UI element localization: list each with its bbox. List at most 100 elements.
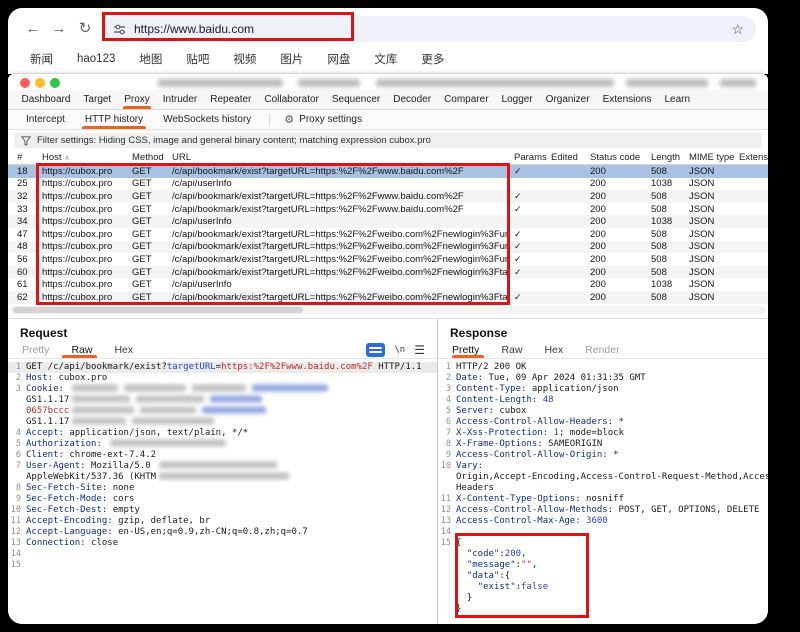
show-newlines-icon[interactable]: \n	[394, 345, 405, 355]
code-line: 4Content-Length: 48	[438, 395, 768, 406]
column-header-length[interactable]: Length	[647, 152, 685, 163]
bookmark-item[interactable]: 网盘	[327, 51, 350, 67]
cell-num: 61	[8, 279, 38, 290]
filter-settings-bar[interactable]: Filter settings: Hiding CSS, image and g…	[14, 133, 762, 148]
code-line: 9Access-Control-Allow-Origin: *	[438, 450, 768, 461]
bookmark-star-icon[interactable]: ☆	[731, 21, 744, 38]
close-window-button[interactable]	[20, 78, 30, 88]
menu-icon[interactable]: ☰	[414, 344, 425, 356]
bookmark-item[interactable]: 地图	[139, 51, 162, 67]
redacted-text	[210, 396, 262, 403]
column-header-method[interactable]: Method	[128, 152, 168, 163]
cell-length: 508	[647, 166, 685, 177]
cell-url: /c/api/bookmark/exist?targetURL=https:%2…	[168, 166, 510, 177]
cell-mime: JSON	[685, 254, 735, 265]
code-line: 15{	[438, 538, 768, 549]
editor-tab-raw[interactable]: Raw	[490, 341, 533, 358]
main-tab-proxy[interactable]: Proxy	[118, 90, 157, 109]
back-button[interactable]: ←	[20, 16, 46, 42]
code-line: 14	[438, 527, 768, 538]
table-row[interactable]: 32https://cubox.proGET/c/api/bookmark/ex…	[8, 190, 768, 203]
code-line: 10Sec-Fetch-Dest: empty	[8, 505, 437, 516]
table-header-row[interactable]: #Host∧MethodURLParamsEditedStatus codeLe…	[8, 151, 768, 165]
table-row[interactable]: 25https://cubox.proGET/c/api/userInfo200…	[8, 178, 768, 191]
editor-tab-hex[interactable]: Hex	[103, 341, 144, 358]
editor-tab-render[interactable]: Render	[574, 341, 630, 358]
cell-method: GET	[128, 178, 168, 189]
zoom-window-button[interactable]	[50, 78, 60, 88]
bookmark-item[interactable]: 更多	[421, 51, 444, 67]
code-line: 1HTTP/2 200 OK	[438, 362, 768, 373]
table-row[interactable]: 18https://cubox.proGET/c/api/bookmark/ex…	[8, 165, 768, 178]
table-row[interactable]: 60https://cubox.proGET/c/api/bookmark/ex…	[8, 266, 768, 279]
url-text[interactable]: https://www.baidu.com	[134, 22, 254, 36]
minimize-window-button[interactable]	[35, 78, 45, 88]
bookmark-item[interactable]: 图片	[280, 51, 303, 67]
redacted-text	[110, 440, 226, 447]
line-number	[438, 472, 456, 483]
sub-tab-intercept[interactable]: Intercept	[16, 110, 75, 129]
editor-tab-raw[interactable]: Raw	[60, 341, 103, 358]
code-line: 14	[8, 549, 437, 560]
table-row[interactable]: 47https://cubox.proGET/c/api/bookmark/ex…	[8, 228, 768, 241]
request-editor[interactable]: 1GET /c/api/bookmark/exist?targetURL=htt…	[8, 359, 437, 571]
inspector-toggle-icon[interactable]	[366, 343, 385, 357]
table-row[interactable]: 33https://cubox.proGET/c/api/bookmark/ex…	[8, 203, 768, 216]
column-header-status-code[interactable]: Status code	[586, 152, 647, 163]
main-tab-repeater[interactable]: Repeater	[204, 90, 258, 109]
sub-tab-websockets-history[interactable]: WebSockets history	[153, 110, 261, 129]
main-tab-intruder[interactable]: Intruder	[156, 90, 203, 109]
column-header-extension[interactable]: Extension	[735, 152, 768, 163]
column-header-edited[interactable]: Edited	[547, 152, 586, 163]
response-editor[interactable]: 1HTTP/2 200 OK2Date: Tue, 09 Apr 2024 01…	[438, 359, 768, 615]
table-row[interactable]: 61https://cubox.proGET/c/api/userInfo200…	[8, 278, 768, 291]
cell-status: 200	[586, 229, 647, 240]
horizontal-scrollbar[interactable]	[10, 306, 766, 314]
main-tab-extensions[interactable]: Extensions	[596, 90, 658, 109]
main-tab-logger[interactable]: Logger	[495, 90, 539, 109]
reload-button[interactable]: ↻	[72, 16, 98, 42]
cell-params: ✓	[510, 191, 547, 202]
cell-host: https://cubox.pro	[38, 166, 128, 177]
line-number: 9	[438, 450, 456, 461]
address-bar[interactable]: https://www.baidu.com ☆	[104, 16, 756, 42]
main-tab-dashboard[interactable]: Dashboard	[15, 90, 77, 109]
line-number	[438, 604, 456, 615]
main-tab-target[interactable]: Target	[77, 90, 118, 109]
site-settings-icon[interactable]	[113, 23, 126, 36]
main-tab-decoder[interactable]: Decoder	[387, 90, 438, 109]
bookmark-item[interactable]: hao123	[77, 53, 115, 65]
table-row[interactable]: 48https://cubox.proGET/c/api/bookmark/ex…	[8, 241, 768, 254]
table-row[interactable]: 34https://cubox.proGET/c/api/userInfo200…	[8, 215, 768, 228]
main-tab-organizer[interactable]: Organizer	[539, 90, 596, 109]
bookmark-item[interactable]: 贴吧	[186, 51, 209, 67]
cell-length: 508	[647, 292, 685, 303]
column-header-num[interactable]: #	[8, 152, 38, 163]
column-header-mime-type[interactable]: MIME type	[685, 152, 735, 163]
bookmark-item[interactable]: 视频	[233, 51, 256, 67]
main-tab-comparer[interactable]: Comparer	[438, 90, 495, 109]
bookmark-item[interactable]: 文库	[374, 51, 397, 67]
main-tab-sequencer[interactable]: Sequencer	[325, 90, 386, 109]
sub-tab-http-history[interactable]: HTTP history	[75, 110, 153, 129]
editor-tab-pretty[interactable]: Pretty	[20, 341, 60, 358]
table-row[interactable]: 56https://cubox.proGET/c/api/bookmark/ex…	[8, 253, 768, 266]
scrollbar-thumb[interactable]	[13, 307, 303, 313]
main-tab-learn[interactable]: Learn	[658, 90, 697, 109]
proxy-settings-button[interactable]: ⚙ Proxy settings	[278, 110, 368, 129]
code-line: "data":{	[438, 571, 768, 582]
request-panel: Request PrettyRawHex \n ☰ 1GET /c/api/bo…	[8, 319, 438, 624]
cell-status: 200	[586, 191, 647, 202]
column-header-params[interactable]: Params	[510, 152, 547, 163]
bookmark-item[interactable]: 新闻	[30, 51, 53, 67]
line-number: 8	[438, 439, 456, 450]
forward-button[interactable]: →	[46, 16, 72, 42]
editor-tab-hex[interactable]: Hex	[533, 341, 574, 358]
main-tab-collaborator[interactable]: Collaborator	[258, 90, 325, 109]
column-header-url[interactable]: URL	[168, 152, 510, 163]
column-header-host[interactable]: Host∧	[38, 152, 128, 163]
cell-host: https://cubox.pro	[38, 279, 128, 290]
line-number	[8, 417, 26, 428]
editor-tab-pretty[interactable]: Pretty	[450, 341, 490, 358]
table-row[interactable]: 62https://cubox.proGET/c/api/bookmark/ex…	[8, 291, 768, 304]
